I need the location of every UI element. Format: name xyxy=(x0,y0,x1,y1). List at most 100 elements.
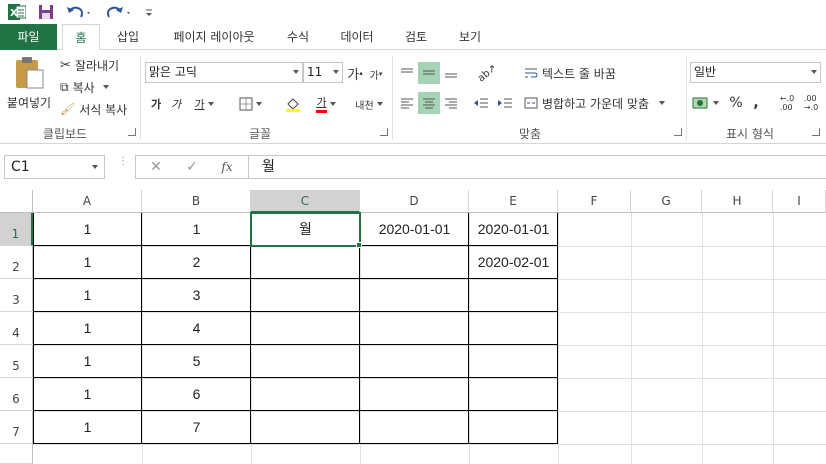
tab-view[interactable]: 보기 xyxy=(450,24,490,50)
cell-a3[interactable]: 1 xyxy=(33,279,142,312)
tab-insert[interactable]: 삽입 xyxy=(108,24,148,50)
tab-file[interactable]: 파일 xyxy=(0,24,57,50)
formula-bar-grip-icon[interactable]: ⋮ xyxy=(118,157,128,174)
increase-decimal-button[interactable]: ←.0.00 xyxy=(776,92,798,114)
borders-button[interactable] xyxy=(234,94,266,114)
customize-qat-icon[interactable] xyxy=(142,2,156,22)
cell-g1[interactable] xyxy=(631,213,702,246)
cell-c6[interactable] xyxy=(251,378,360,411)
row-header-5[interactable]: 5 xyxy=(0,345,33,378)
cell-c3[interactable] xyxy=(251,279,360,312)
column-header-g[interactable]: G xyxy=(631,190,702,213)
tab-home[interactable]: 홈 xyxy=(62,24,100,51)
italic-button[interactable]: 가 xyxy=(168,94,184,114)
cell-d5[interactable] xyxy=(360,345,469,378)
undo-icon[interactable] xyxy=(64,2,94,22)
paste-button[interactable]: 붙여넣기 xyxy=(6,56,52,120)
tab-data[interactable]: 데이터 xyxy=(332,24,382,50)
cancel-icon[interactable]: ✕ xyxy=(146,155,166,179)
copy-button[interactable]: ⧉ 복사 xyxy=(60,78,109,96)
cell-g6[interactable] xyxy=(631,378,702,411)
cell-g4[interactable] xyxy=(631,312,702,345)
cell-a6[interactable]: 1 xyxy=(33,378,142,411)
name-box[interactable]: C1 xyxy=(4,155,105,179)
redo-icon[interactable] xyxy=(104,2,134,22)
cell-d4[interactable] xyxy=(360,312,469,345)
row-header-4[interactable]: 4 xyxy=(0,312,33,345)
align-middle-button[interactable] xyxy=(418,62,440,84)
grow-font-button[interactable]: 가 ▴ xyxy=(346,63,364,83)
align-right-button[interactable] xyxy=(440,92,462,114)
row-header-1[interactable]: 1 xyxy=(0,213,33,246)
cell-g2[interactable] xyxy=(631,246,702,279)
accounting-format-button[interactable] xyxy=(690,92,720,114)
cell-e5[interactable] xyxy=(469,345,558,378)
cell-b7[interactable]: 7 xyxy=(142,411,251,444)
cell-i1[interactable] xyxy=(773,213,826,246)
font-size-combo[interactable]: 11 xyxy=(303,62,343,83)
cell-h1[interactable] xyxy=(702,213,773,246)
cell-b1[interactable]: 1 xyxy=(142,213,251,246)
cell-g5[interactable] xyxy=(631,345,702,378)
cell-b3[interactable]: 3 xyxy=(142,279,251,312)
alignment-launcher-icon[interactable] xyxy=(674,128,682,136)
orientation-button[interactable]: ab↗ xyxy=(472,62,502,84)
insert-function-icon[interactable]: fx xyxy=(216,155,238,179)
tab-page-layout[interactable]: 페이지 레이아웃 xyxy=(162,24,266,50)
cell-g7[interactable] xyxy=(631,411,702,444)
cell-e4[interactable] xyxy=(469,312,558,345)
column-header-b[interactable]: B xyxy=(142,190,251,213)
fill-color-button[interactable] xyxy=(278,92,308,116)
cell-d7[interactable] xyxy=(360,411,469,444)
cell-f7[interactable] xyxy=(558,411,631,444)
wrap-text-button[interactable]: 텍스트 줄 바꿈 xyxy=(524,63,616,83)
cell-h2[interactable] xyxy=(702,246,773,279)
comma-button[interactable]: , xyxy=(748,92,764,114)
decrease-decimal-button[interactable]: .00 →.0 xyxy=(800,92,822,114)
cell-f4[interactable] xyxy=(558,312,631,345)
cell-b2[interactable]: 2 xyxy=(142,246,251,279)
phonetic-button[interactable]: 내천 xyxy=(354,92,384,116)
tab-review[interactable]: 검토 xyxy=(396,24,436,50)
cell-d1[interactable]: 2020-01-01 xyxy=(360,213,469,246)
cell-c2[interactable] xyxy=(251,246,360,279)
cell-c7[interactable] xyxy=(251,411,360,444)
format-painter-button[interactable]: 🖌 서식 복사 xyxy=(60,100,127,118)
enter-icon[interactable]: ✓ xyxy=(182,155,202,179)
excel-icon[interactable]: X xyxy=(6,2,28,22)
save-icon[interactable] xyxy=(36,2,56,22)
cell-b5[interactable]: 5 xyxy=(142,345,251,378)
font-launcher-icon[interactable] xyxy=(380,128,388,136)
cell-h5[interactable] xyxy=(702,345,773,378)
cell-f5[interactable] xyxy=(558,345,631,378)
row-header-6[interactable]: 6 xyxy=(0,378,33,411)
number-format-combo[interactable]: 일반 xyxy=(690,62,821,83)
underline-button[interactable]: 가 xyxy=(190,94,218,114)
cell-d6[interactable] xyxy=(360,378,469,411)
cell-e1[interactable]: 2020-01-01 xyxy=(469,213,558,246)
bold-button[interactable]: 가 xyxy=(148,94,164,114)
cell-e6[interactable] xyxy=(469,378,558,411)
cell-i5[interactable] xyxy=(773,345,826,378)
cell-f3[interactable] xyxy=(558,279,631,312)
cell-e2[interactable]: 2020-02-01 xyxy=(469,246,558,279)
increase-indent-button[interactable] xyxy=(494,92,516,114)
align-center-button[interactable] xyxy=(418,92,440,114)
cell-a1[interactable]: 1 xyxy=(33,213,142,246)
cell-e7[interactable] xyxy=(469,411,558,444)
cell-h3[interactable] xyxy=(702,279,773,312)
decrease-indent-button[interactable] xyxy=(470,92,492,114)
column-header-a[interactable]: A xyxy=(33,190,142,213)
cell-b4[interactable]: 4 xyxy=(142,312,251,345)
cell-i3[interactable] xyxy=(773,279,826,312)
cell-f2[interactable] xyxy=(558,246,631,279)
cell-d3[interactable] xyxy=(360,279,469,312)
column-header-h[interactable]: H xyxy=(702,190,773,213)
align-left-button[interactable] xyxy=(396,92,418,114)
cell-i2[interactable] xyxy=(773,246,826,279)
cell-a4[interactable]: 1 xyxy=(33,312,142,345)
cell-a7[interactable]: 1 xyxy=(33,411,142,444)
cell-h4[interactable] xyxy=(702,312,773,345)
cell-e3[interactable] xyxy=(469,279,558,312)
cell-b6[interactable]: 6 xyxy=(142,378,251,411)
